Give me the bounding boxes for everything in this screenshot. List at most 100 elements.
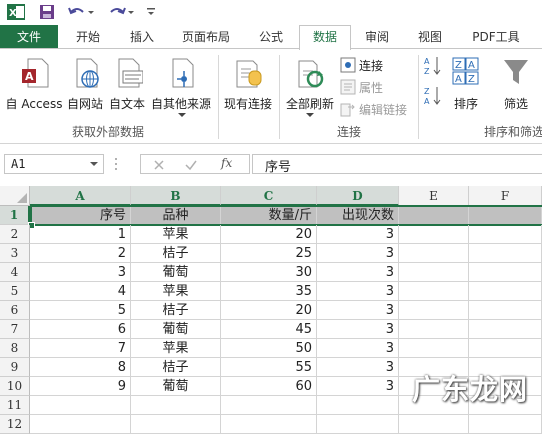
- cell-b[interactable]: 桔子: [131, 301, 221, 320]
- cell-e[interactable]: [399, 415, 469, 434]
- cell-c[interactable]: 55: [221, 358, 317, 377]
- cell-e[interactable]: [399, 339, 469, 358]
- cell-b[interactable]: 葡萄: [131, 320, 221, 339]
- cell-f[interactable]: [469, 415, 542, 434]
- cell-c1[interactable]: 数量/斤: [221, 206, 317, 225]
- cell-b[interactable]: 苹果: [131, 225, 221, 244]
- column-header-e[interactable]: E: [399, 186, 469, 206]
- cell-d[interactable]: 3: [317, 225, 399, 244]
- tab-insert[interactable]: 插入: [116, 25, 168, 49]
- column-header-f[interactable]: F: [469, 186, 542, 206]
- cell-b[interactable]: 葡萄: [131, 263, 221, 282]
- column-header-d[interactable]: D: [317, 186, 399, 206]
- row-header[interactable]: 4: [0, 263, 30, 282]
- cell-c[interactable]: 30: [221, 263, 317, 282]
- tab-file[interactable]: 文件: [0, 25, 58, 49]
- row-header[interactable]: 10: [0, 377, 30, 396]
- cell-c[interactable]: [221, 415, 317, 434]
- cell-a1[interactable]: 序号: [30, 206, 131, 225]
- cancel-icon[interactable]: [153, 159, 165, 171]
- cell-e[interactable]: [399, 263, 469, 282]
- cell-d[interactable]: 3: [317, 339, 399, 358]
- row-header[interactable]: 12: [0, 415, 30, 434]
- tab-view[interactable]: 视图: [405, 25, 455, 49]
- insert-function-button[interactable]: fx: [221, 156, 232, 170]
- cell-c[interactable]: 60: [221, 377, 317, 396]
- refresh-all-button[interactable]: 全部刷新: [282, 53, 338, 117]
- column-header-a[interactable]: A: [30, 186, 131, 206]
- connections-button[interactable]: 连接: [340, 55, 383, 75]
- cell-f[interactable]: [469, 244, 542, 263]
- row-header[interactable]: 8: [0, 339, 30, 358]
- cell-a[interactable]: 9: [30, 377, 131, 396]
- cell-d[interactable]: 3: [317, 358, 399, 377]
- from-text-button[interactable]: 自文本: [106, 53, 148, 117]
- cell-d[interactable]: [317, 396, 399, 415]
- existing-connections-button[interactable]: 现有连接: [220, 53, 276, 117]
- filter-button[interactable]: 筛选: [494, 53, 538, 117]
- cell-c[interactable]: 20: [221, 225, 317, 244]
- cell-e[interactable]: [399, 282, 469, 301]
- cell-f[interactable]: [469, 301, 542, 320]
- cell-a[interactable]: 1: [30, 225, 131, 244]
- tab-page-layout[interactable]: 页面布局: [172, 25, 240, 49]
- cell-d1[interactable]: 出现次数: [317, 206, 399, 225]
- cell-b[interactable]: 桔子: [131, 358, 221, 377]
- cell-e[interactable]: [399, 244, 469, 263]
- cell-e[interactable]: [399, 320, 469, 339]
- cell-b[interactable]: [131, 396, 221, 415]
- cell-a[interactable]: 6: [30, 320, 131, 339]
- properties-button[interactable]: 属性: [340, 77, 383, 97]
- cell-b1[interactable]: 品种: [131, 206, 221, 225]
- from-other-sources-button[interactable]: 自其他来源: [148, 53, 214, 117]
- cell-d[interactable]: 3: [317, 263, 399, 282]
- sort-descending-button[interactable]: ZA: [422, 85, 444, 109]
- enter-check-icon[interactable]: [185, 159, 197, 171]
- cell-b[interactable]: 苹果: [131, 282, 221, 301]
- formula-input[interactable]: 序号: [252, 154, 542, 175]
- cell-b[interactable]: 苹果: [131, 339, 221, 358]
- cell-a[interactable]: 5: [30, 301, 131, 320]
- cell-e1[interactable]: [399, 206, 469, 225]
- name-box[interactable]: A1: [4, 154, 104, 174]
- from-web-button[interactable]: 自网站: [64, 53, 106, 117]
- cell-c[interactable]: 25: [221, 244, 317, 263]
- cell-f[interactable]: [469, 282, 542, 301]
- tab-review[interactable]: 审阅: [352, 25, 402, 49]
- cell-a[interactable]: 3: [30, 263, 131, 282]
- select-all-corner[interactable]: [0, 186, 30, 206]
- cell-f1[interactable]: [469, 206, 542, 225]
- cell-a[interactable]: 7: [30, 339, 131, 358]
- tab-data[interactable]: 数据: [299, 25, 351, 50]
- chevron-down-icon[interactable]: [90, 162, 98, 167]
- cell-b[interactable]: [131, 415, 221, 434]
- cell-d[interactable]: 3: [317, 244, 399, 263]
- column-header-c[interactable]: C: [221, 186, 317, 206]
- tab-home[interactable]: 开始: [62, 25, 114, 49]
- sort-button[interactable]: ZAAZ 排序: [446, 53, 486, 117]
- cell-f[interactable]: [469, 263, 542, 282]
- cell-d[interactable]: [317, 415, 399, 434]
- row-header[interactable]: 9: [0, 358, 30, 377]
- cell-c[interactable]: 50: [221, 339, 317, 358]
- cell-d[interactable]: 3: [317, 301, 399, 320]
- redo-icon[interactable]: [106, 3, 136, 21]
- undo-icon[interactable]: [66, 3, 96, 21]
- cell-c[interactable]: [221, 396, 317, 415]
- cell-f[interactable]: [469, 320, 542, 339]
- save-icon[interactable]: [38, 3, 56, 21]
- row-header-1[interactable]: 1: [0, 206, 30, 225]
- edit-links-button[interactable]: 编辑链接: [340, 99, 407, 119]
- cell-c[interactable]: 20: [221, 301, 317, 320]
- cell-d[interactable]: 3: [317, 282, 399, 301]
- cell-c[interactable]: 45: [221, 320, 317, 339]
- row-header[interactable]: 7: [0, 320, 30, 339]
- cell-a[interactable]: 2: [30, 244, 131, 263]
- cell-a[interactable]: 4: [30, 282, 131, 301]
- tab-formulas[interactable]: 公式: [246, 25, 296, 49]
- column-header-b[interactable]: B: [131, 186, 221, 206]
- cell-b[interactable]: 桔子: [131, 244, 221, 263]
- row-header[interactable]: 11: [0, 396, 30, 415]
- cell-b[interactable]: 葡萄: [131, 377, 221, 396]
- row-header[interactable]: 2: [0, 225, 30, 244]
